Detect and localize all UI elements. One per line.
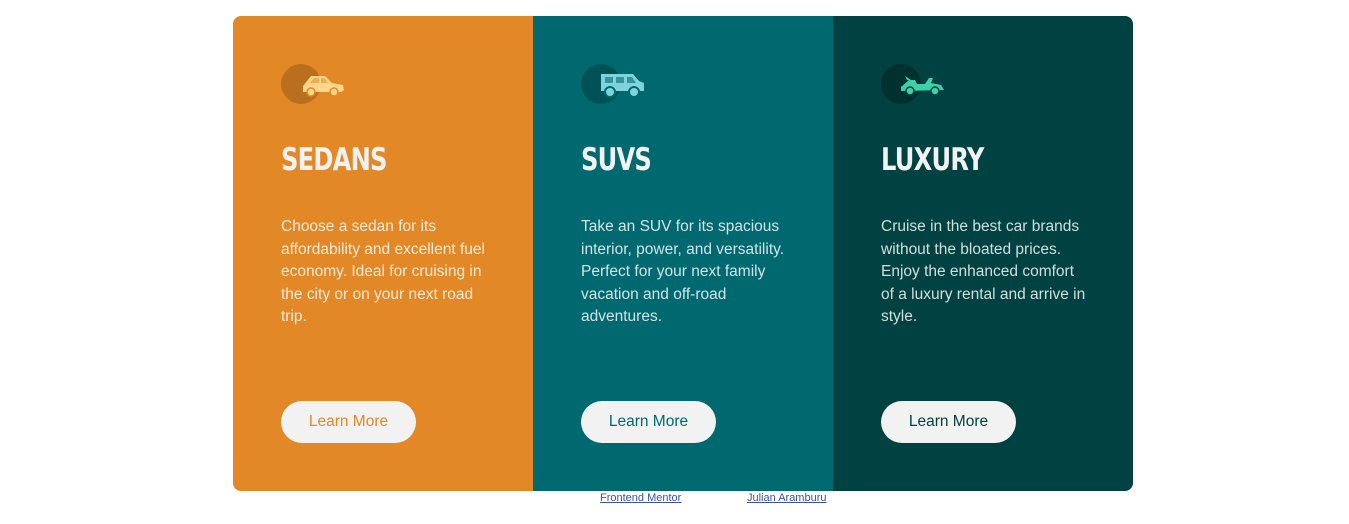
frontend-mentor-link[interactable]: Frontend Mentor — [600, 492, 681, 504]
card-suvs: SUVs Take an SUV for its spacious interi… — [533, 16, 833, 491]
card-title: Sedans — [281, 142, 387, 178]
card-description: Choose a sedan for its affordability and… — [281, 218, 485, 325]
learn-more-button[interactable]: Learn More — [281, 401, 416, 443]
card-description: Take an SUV for its spacious interior, p… — [581, 218, 785, 325]
card-title: SUVs — [581, 142, 652, 178]
card-luxury: Luxury Cruise in the best car brands wit… — [833, 16, 1133, 491]
learn-more-button[interactable]: Learn More — [881, 401, 1016, 443]
learn-more-button[interactable]: Learn More — [581, 401, 716, 443]
card-sedans: Sedans Choose a sedan for its affordabil… — [233, 16, 533, 491]
attribution: Frontend Mentor Julian Aramburu — [0, 492, 1349, 508]
card-description: Cruise in the best car brands without th… — [881, 218, 1086, 325]
suv-car-icon — [581, 64, 645, 104]
cards-container: Sedans Choose a sedan for its affordabil… — [233, 16, 1133, 491]
card-title: Luxury — [881, 142, 984, 178]
sedan-car-icon — [281, 64, 345, 104]
author-link[interactable]: Julian Aramburu — [747, 492, 827, 504]
page: Sedans Choose a sedan for its affordabil… — [0, 0, 1349, 524]
luxury-convertible-icon — [881, 64, 945, 104]
